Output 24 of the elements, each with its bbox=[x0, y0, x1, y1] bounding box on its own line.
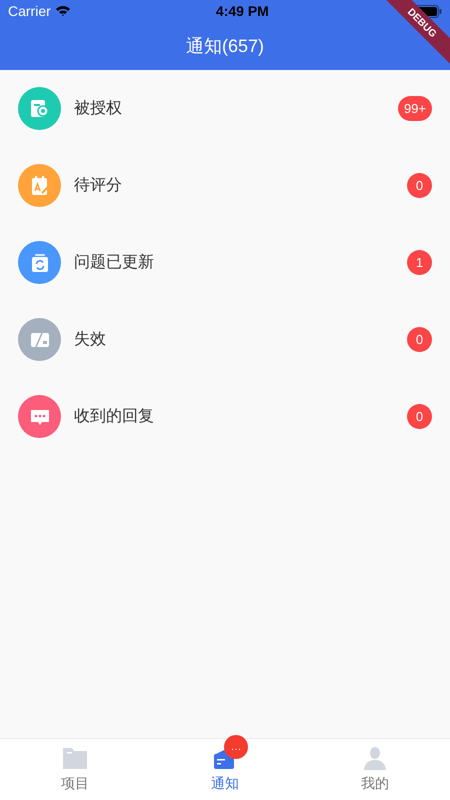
notification-row[interactable]: 问题已更新 1 bbox=[0, 224, 450, 301]
tab-badge: … bbox=[224, 735, 248, 759]
row-label: 失效 bbox=[74, 330, 107, 350]
count-badge: 99+ bbox=[398, 96, 432, 121]
count-badge: 0 bbox=[407, 173, 432, 198]
row-label: 问题已更新 bbox=[74, 252, 155, 272]
tab-item[interactable]: 项目 bbox=[0, 739, 150, 800]
folder-icon bbox=[62, 745, 88, 771]
notification-row[interactable]: 待评分 0 bbox=[0, 147, 450, 224]
tab-item[interactable]: 我的 bbox=[300, 739, 450, 800]
page-title: 通知(657) bbox=[186, 34, 264, 58]
count-badge: 0 bbox=[407, 404, 432, 429]
row-label: 待评分 bbox=[74, 176, 123, 196]
wifi-icon bbox=[54, 5, 71, 17]
notification-row[interactable]: 被授权 99+ bbox=[0, 70, 450, 147]
status-time: 4:49 PM bbox=[216, 2, 269, 20]
carrier-label: Carrier bbox=[8, 2, 51, 20]
count-badge: 0 bbox=[407, 327, 432, 352]
row-label: 收到的回复 bbox=[74, 406, 155, 426]
notification-row[interactable]: 失效 0 bbox=[0, 301, 450, 378]
count-badge: 1 bbox=[407, 250, 432, 275]
person-icon bbox=[362, 745, 388, 771]
notification-row[interactable]: 收到的回复 0 bbox=[0, 378, 450, 455]
row-label: 被授权 bbox=[74, 98, 123, 118]
